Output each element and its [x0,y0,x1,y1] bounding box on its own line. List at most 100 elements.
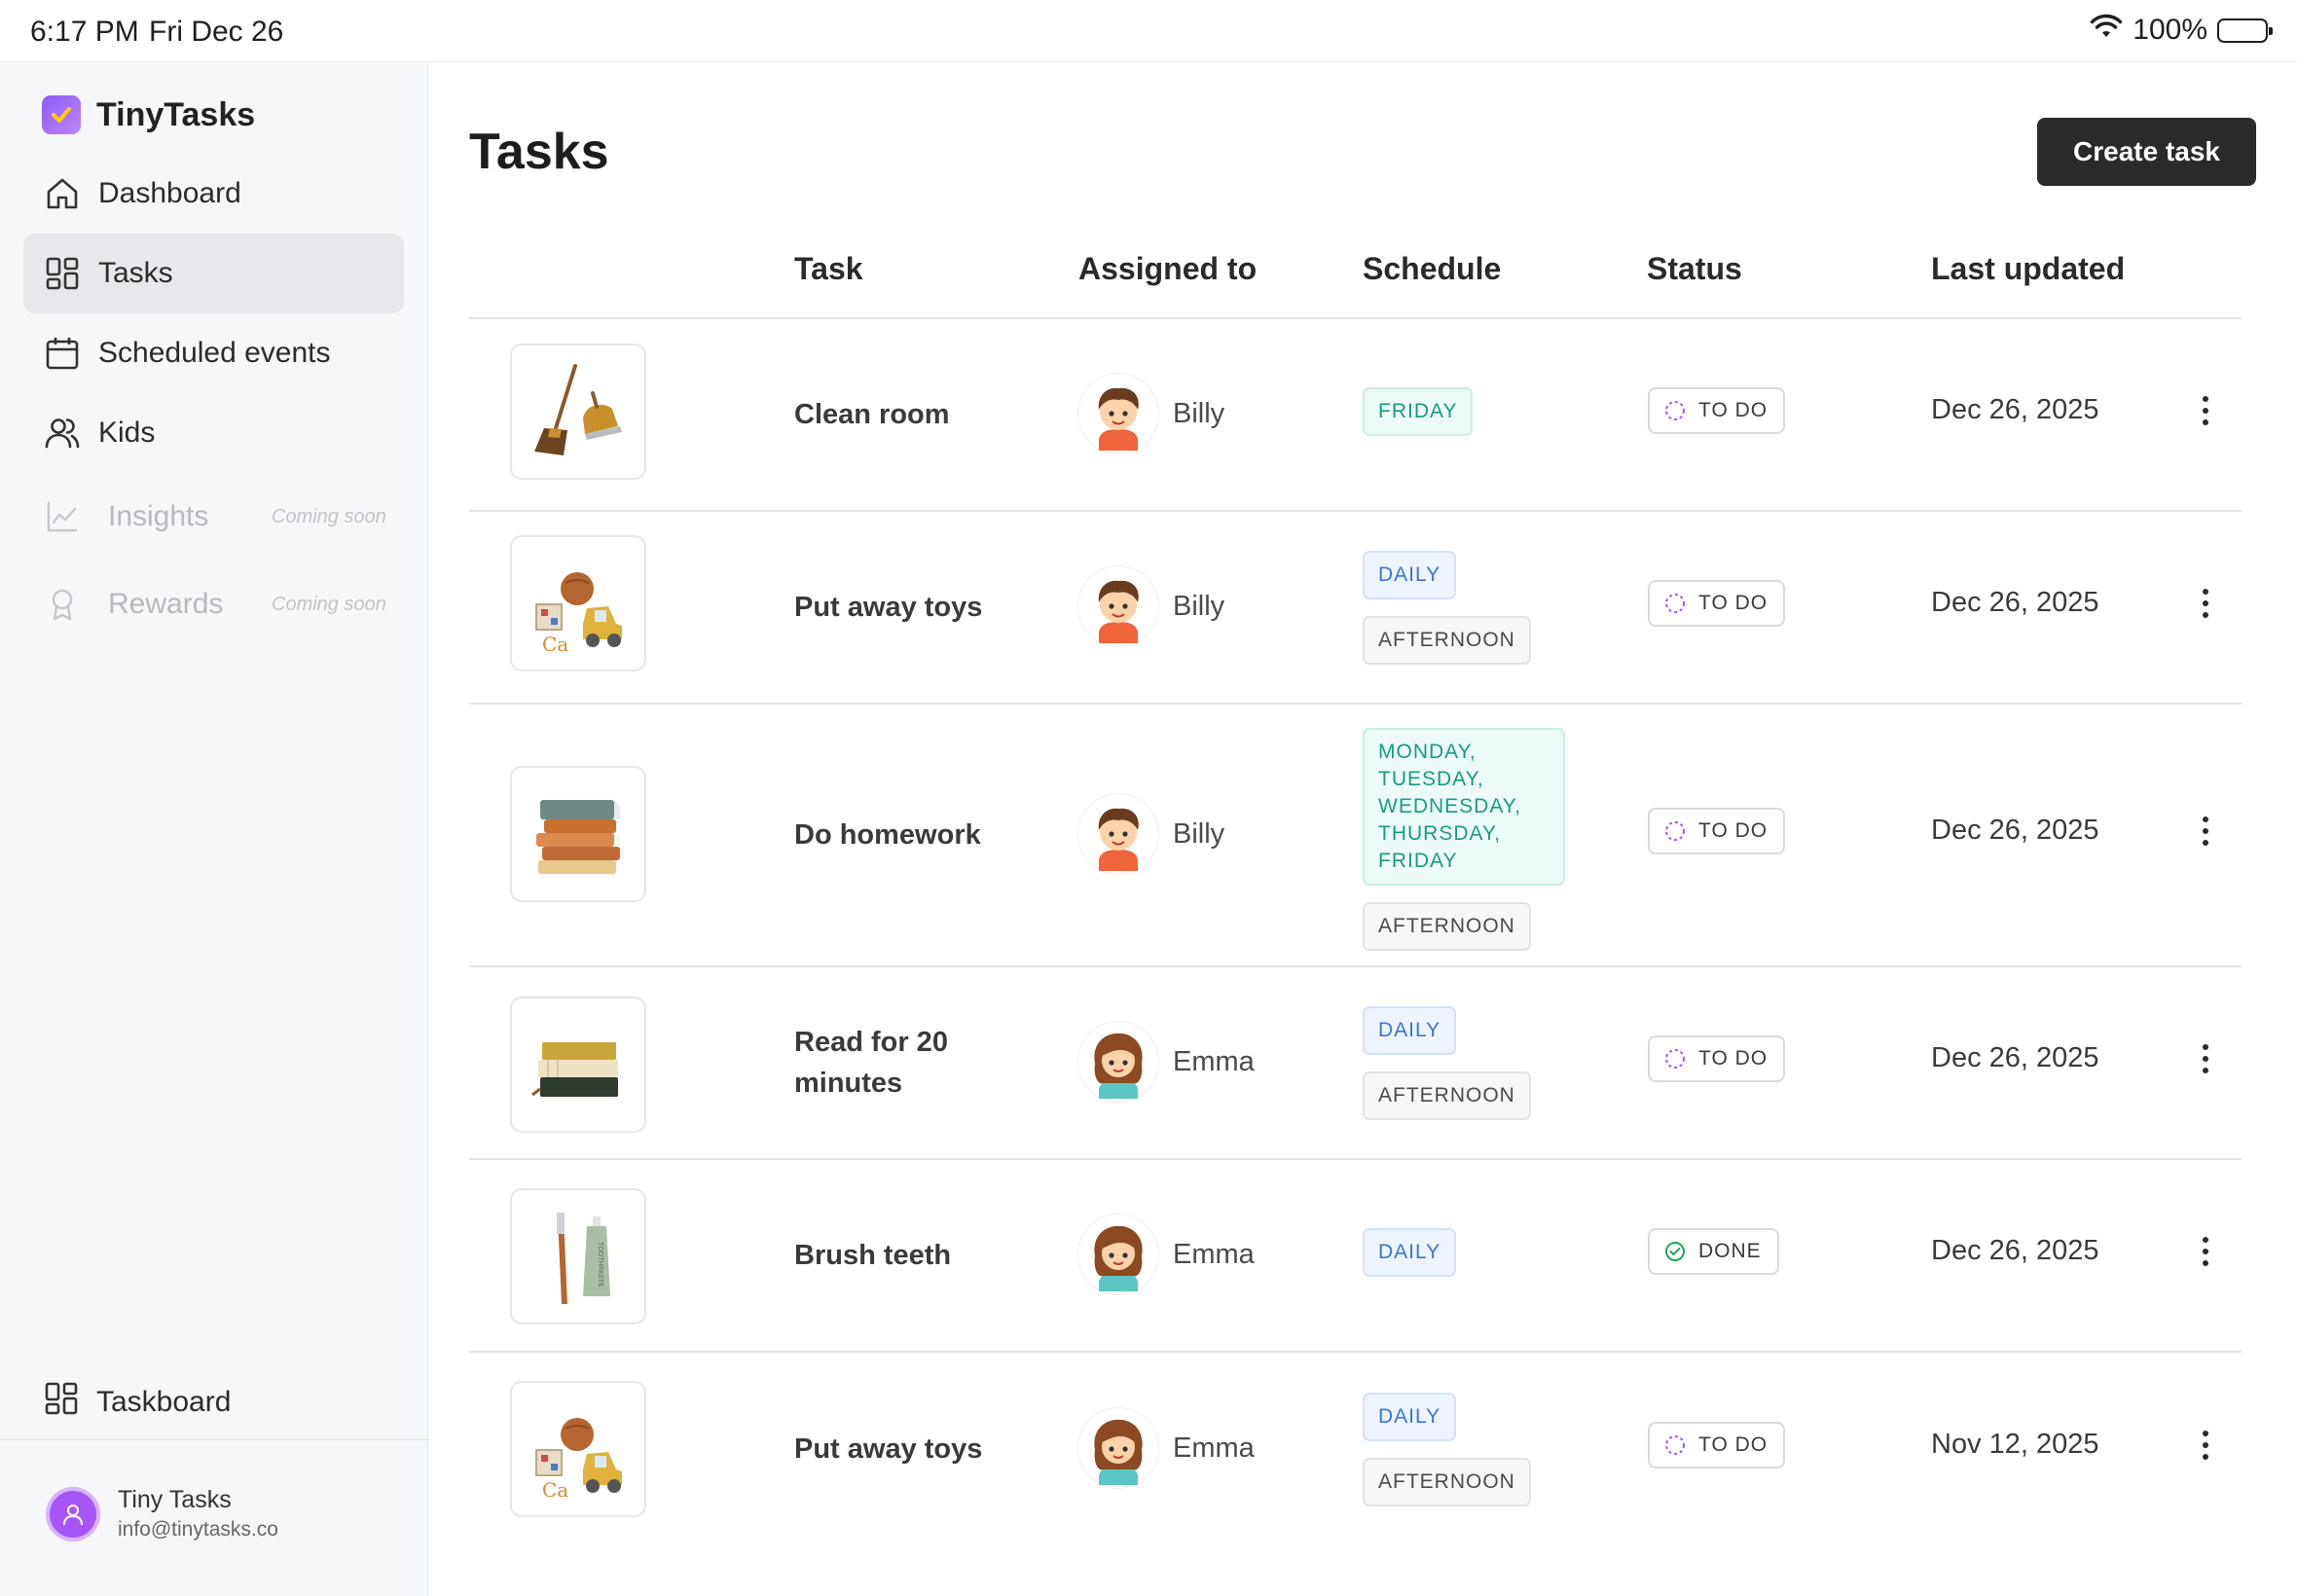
task-name[interactable]: Clean room [794,394,989,435]
column-header-last-updated[interactable]: Last updated [1931,251,2125,287]
task-name[interactable]: Read for 20 minutes [794,1022,989,1104]
schedule-chip: AFTERNOON [1363,902,1531,951]
svg-text:TOOTHPASTE: TOOTHPASTE [597,1241,604,1288]
coming-soon-note: Coming soon [272,593,386,615]
schedule-chip: AFTERNOON [1363,1071,1531,1120]
assignee-name: Emma [1173,1238,1255,1270]
user-profile[interactable]: Tiny Tasks info@tinytasks.co [46,1486,278,1542]
sidebar-item-rewards: Rewards Coming soon [23,561,404,648]
assignee: Emma [1077,1214,1255,1295]
status-badge[interactable]: TO DO [1648,387,1786,434]
toys-icon: Ca [510,1381,646,1517]
schedule-chip: DAILY [1363,1228,1457,1277]
last-updated: Nov 12, 2025 [1931,1429,2099,1460]
more-options-icon[interactable] [2196,1044,2215,1073]
assignee-name: Billy [1173,817,1225,850]
more-options-icon[interactable] [2196,396,2215,425]
battery-icon [2217,18,2273,43]
sidebar-item-kids[interactable]: Kids [23,393,404,473]
grid-icon [44,1381,79,1424]
column-header-schedule[interactable]: Schedule [1363,251,1501,287]
checkbox-logo-icon [42,95,81,134]
column-header-assigned-to[interactable]: Assigned to [1078,251,1257,287]
schedule-chips: MONDAY, TUESDAY, WEDNESDAY, THURSDAY, FR… [1363,728,1565,951]
sidebar: TinyTasks Dashboard Tasks Scheduled even… [0,63,428,1596]
more-options-icon[interactable] [2196,816,2215,846]
chart-icon [44,498,81,535]
girl-avatar-icon [1077,1407,1159,1489]
sidebar-item-taskboard[interactable]: Taskboard [23,1362,404,1442]
user-name: Tiny Tasks [118,1486,232,1513]
table-row[interactable]: Read for 20 minutes Emma DAILY AFTERNOON… [469,967,2242,1160]
calendar-icon [44,335,81,372]
home-icon [44,175,81,212]
assignee: Billy [1077,373,1224,454]
status-badge[interactable]: TO DO [1648,808,1786,854]
sidebar-nav: Dashboard Tasks Scheduled events Kids In… [23,154,404,648]
last-updated: Dec 26, 2025 [1931,1235,2099,1266]
girl-avatar-icon [1077,1214,1159,1295]
sidebar-item-dashboard[interactable]: Dashboard [23,154,404,234]
schedule-chip: DAILY [1363,1006,1457,1055]
assignee: Emma [1077,1021,1255,1103]
create-task-button[interactable]: Create task [2037,118,2256,186]
column-header-status[interactable]: Status [1647,251,1742,287]
status-label: DONE [1698,1240,1762,1262]
toothbrush-icon: TOOTHPASTE [510,1188,646,1324]
schedule-chips: DAILY AFTERNOON [1363,551,1531,665]
task-name[interactable]: Do homework [794,815,1018,855]
column-header-task[interactable]: Task [794,251,863,287]
sidebar-item-tasks[interactable]: Tasks [23,234,404,313]
task-name[interactable]: Put away toys [794,587,1018,628]
table-row[interactable]: Do homework Billy MONDAY, TUESDAY, WEDNE… [469,705,2242,967]
sidebar-item-label: Rewards [108,588,224,620]
status-badge[interactable]: DONE [1648,1228,1779,1275]
schedule-chip: MONDAY, TUESDAY, WEDNESDAY, THURSDAY, FR… [1363,728,1565,886]
status-label: TO DO [1698,592,1768,614]
table-row[interactable]: TOOTHPASTE Brush teeth Emma DAILY DONE D… [469,1160,2242,1353]
sidebar-item-label: Scheduled events [98,337,331,369]
status-label: TO DO [1698,1047,1768,1070]
schedule-chip: AFTERNOON [1363,616,1531,665]
schedule-chips: FRIDAY [1363,387,1474,436]
schedule-chip: FRIDAY [1363,387,1474,436]
assignee-name: Billy [1173,590,1225,622]
more-options-icon[interactable] [2196,589,2215,618]
book-stack-icon [510,997,646,1133]
table-row[interactable]: Ca Put away toys Billy DAILY AFTERNOON T… [469,512,2242,705]
wifi-icon [2090,14,2123,47]
girl-avatar-icon [1077,1021,1159,1103]
brand[interactable]: TinyTasks [42,95,255,134]
task-name[interactable]: Put away toys [794,1429,1018,1469]
status-right: 100% [2090,14,2273,47]
sidebar-item-label: Taskboard [96,1386,232,1418]
todo-dashed-circle-icon [1665,1049,1685,1069]
brand-name: TinyTasks [96,95,256,133]
task-name[interactable]: Brush teeth [794,1235,989,1276]
todo-dashed-circle-icon [1665,821,1685,841]
table-row[interactable]: Ca Put away toys Emma DAILY AFTERNOON TO… [469,1353,2242,1545]
page-title: Tasks [469,124,609,180]
status-badge[interactable]: TO DO [1648,1035,1786,1082]
todo-dashed-circle-icon [1665,1435,1685,1455]
svg-text:Ca: Ca [542,633,568,656]
boy-avatar-icon [1077,565,1159,647]
schedule-chips: DAILY AFTERNOON [1363,1393,1531,1506]
sidebar-item-label: Tasks [98,257,173,289]
users-icon [44,415,81,452]
sidebar-divider [0,1439,428,1440]
table-row[interactable]: Clean room Billy FRIDAY TO DO Dec 26, 20… [469,319,2242,512]
more-options-icon[interactable] [2196,1237,2215,1266]
sidebar-item-scheduled-events[interactable]: Scheduled events [23,313,404,393]
status-label: TO DO [1698,1433,1768,1456]
assignee: Billy [1077,793,1224,875]
more-options-icon[interactable] [2196,1431,2215,1460]
status-badge[interactable]: TO DO [1648,580,1786,627]
table-header: Task Assigned to Schedule Status Last up… [469,243,2242,319]
status-badge[interactable]: TO DO [1648,1422,1786,1469]
schedule-chip: DAILY [1363,551,1457,599]
todo-dashed-circle-icon [1665,401,1685,420]
assignee: Billy [1077,565,1224,647]
last-updated: Dec 26, 2025 [1931,1042,2099,1073]
schedule-chip: AFTERNOON [1363,1458,1531,1506]
